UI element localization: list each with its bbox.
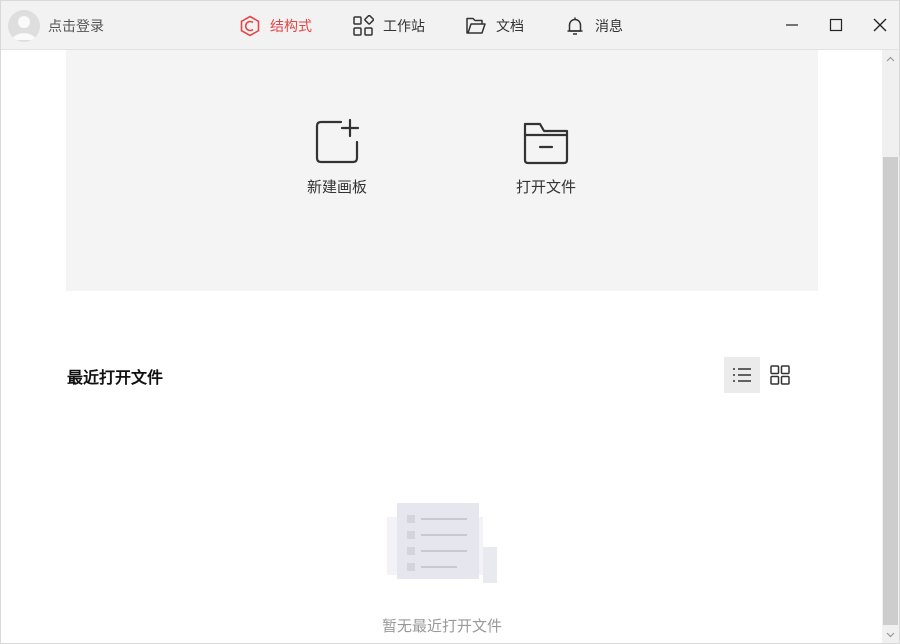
bell-icon xyxy=(564,15,586,37)
maximize-icon xyxy=(829,18,843,32)
maximize-button[interactable] xyxy=(814,1,858,49)
empty-state-illustration-icon xyxy=(387,503,497,583)
open-file-icon xyxy=(523,122,569,165)
minimize-button[interactable] xyxy=(770,1,814,49)
tab-workstation-label: 工作站 xyxy=(383,19,425,35)
app-window: 点击登录 结构式 工作站 文档 消息 新建画板 打开文件 最近打开文件 暂无最近… xyxy=(0,0,900,644)
list-view-icon xyxy=(733,368,751,382)
avatar xyxy=(8,10,40,42)
close-icon xyxy=(873,18,887,32)
scroll-down-button[interactable] xyxy=(882,626,899,643)
grid-view-icon xyxy=(770,365,790,385)
user-icon xyxy=(12,16,36,40)
folder-icon xyxy=(465,15,487,37)
structure-icon xyxy=(239,15,261,37)
chevron-up-icon xyxy=(886,56,895,61)
new-canvas-button[interactable]: 新建画板 xyxy=(292,118,382,197)
workstation-icon xyxy=(352,15,374,37)
grid-view-button[interactable] xyxy=(762,357,798,393)
tab-messages[interactable]: 消息 xyxy=(564,13,623,39)
tab-documents[interactable]: 文档 xyxy=(465,13,524,39)
tab-structure[interactable]: 结构式 xyxy=(239,13,312,39)
tab-messages-label: 消息 xyxy=(595,19,623,35)
new-canvas-icon xyxy=(315,118,360,164)
vertical-scrollbar[interactable] xyxy=(882,50,899,643)
list-view-button[interactable] xyxy=(724,357,760,393)
tab-workstation[interactable]: 工作站 xyxy=(352,13,425,39)
empty-state-text: 暂无最近打开文件 xyxy=(381,617,502,635)
close-button[interactable] xyxy=(858,1,899,49)
tab-documents-label: 文档 xyxy=(496,19,524,35)
minimize-icon xyxy=(786,24,798,26)
top-nav: 结构式 工作站 文档 消息 xyxy=(239,13,663,39)
title-bar: 点击登录 结构式 工作站 文档 消息 xyxy=(1,1,899,50)
new-canvas-label: 新建画板 xyxy=(306,178,367,196)
recent-files-title: 最近打开文件 xyxy=(67,368,164,387)
quick-actions-panel: 新建画板 打开文件 xyxy=(66,50,818,291)
login-label: 点击登录 xyxy=(48,19,104,35)
tab-structure-label: 结构式 xyxy=(270,19,312,35)
scroll-thumb[interactable] xyxy=(883,157,898,625)
login-button[interactable]: 点击登录 xyxy=(8,10,104,42)
chevron-down-icon xyxy=(886,632,895,637)
open-file-label: 打开文件 xyxy=(515,178,576,196)
scroll-up-button[interactable] xyxy=(882,50,899,67)
open-file-button[interactable]: 打开文件 xyxy=(501,118,591,197)
